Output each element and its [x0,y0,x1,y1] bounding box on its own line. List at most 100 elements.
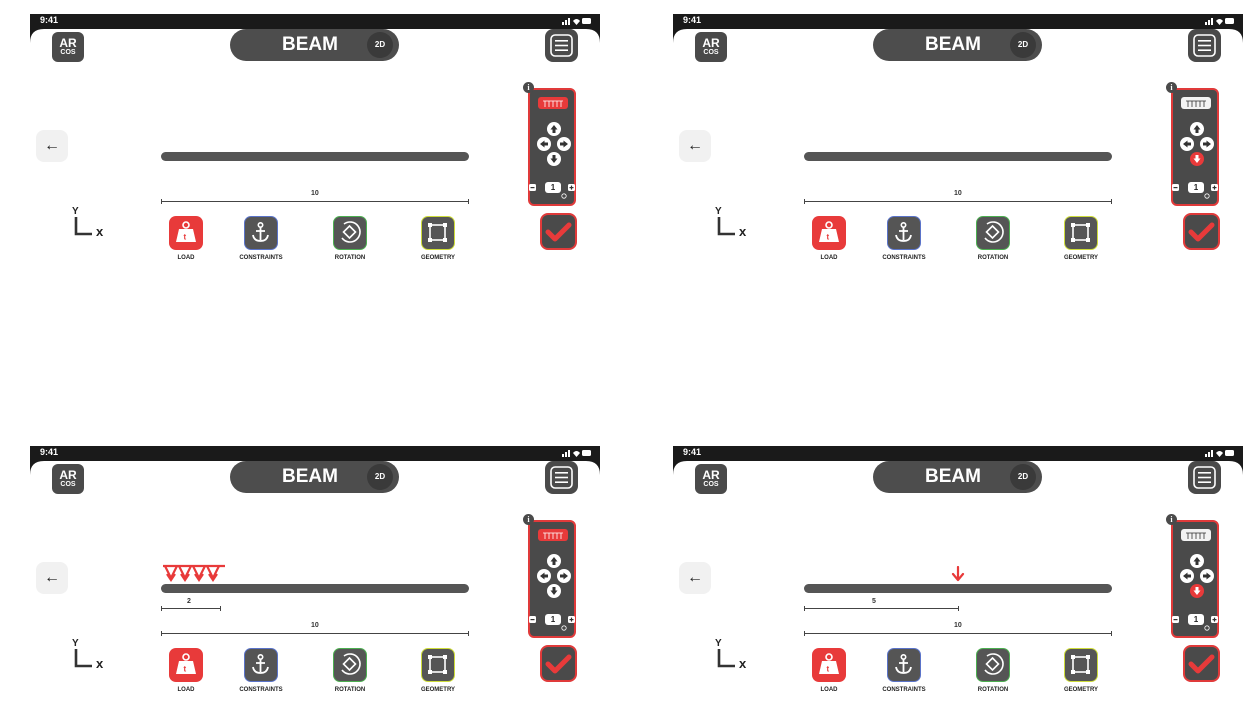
stepper-plus-button[interactable] [1211,184,1218,191]
arrow-down-button[interactable] [1190,584,1204,598]
stepper-plus-button[interactable] [568,184,575,191]
screen-2: 9:41 AR COS BEAM 2D ← 10 Yx t LOAD CONSTRA… [673,14,1243,274]
tool-constraints[interactable] [887,216,921,250]
arrow-left-button[interactable] [537,137,551,151]
tool-rotation[interactable] [976,216,1010,250]
stepper-minus-button[interactable] [1172,184,1179,191]
arrow-down-button[interactable] [547,152,561,166]
confirm-button[interactable] [540,213,577,250]
beam[interactable] [161,152,469,161]
stepper-value[interactable]: 1 [1188,182,1204,193]
dimension-tick [1111,199,1112,204]
beam[interactable] [804,152,1112,161]
distributed-load-type-button[interactable] [1181,97,1211,109]
app-logo[interactable]: AR COS [52,464,84,494]
info-button[interactable]: i [523,514,534,525]
menu-button[interactable] [545,461,578,494]
stepper-value[interactable]: 1 [1188,614,1204,625]
status-time: 9:41 [683,447,702,457]
info-button[interactable]: i [523,82,534,93]
tool-geometry[interactable] [1064,648,1098,682]
tool-load[interactable]: t [812,216,846,250]
mode-2d-badge[interactable]: 2D [1010,464,1036,490]
page-title: BEAM [282,466,338,487]
arrow-left-button[interactable] [1180,137,1194,151]
status-bar: 9:41 [30,446,600,461]
mode-2d-badge[interactable]: 2D [1010,32,1036,58]
arrow-left-button[interactable] [1180,569,1194,583]
beam[interactable] [161,584,469,593]
stepper-plus-button[interactable] [1211,616,1218,623]
mode-2d-badge[interactable]: 2D [367,464,393,490]
arrow-right-button[interactable] [557,137,571,151]
direction-pad [1180,554,1214,598]
menu-button[interactable] [1188,29,1221,62]
tool-constraints[interactable] [887,648,921,682]
confirm-button[interactable] [1183,645,1220,682]
stepper-settings-icon[interactable] [561,193,567,199]
info-button[interactable]: i [1166,514,1177,525]
tool-geometry-label: GEOMETRY [1063,687,1099,693]
info-button[interactable]: i [1166,82,1177,93]
beam[interactable] [804,584,1112,593]
geometry-icon [1071,223,1090,242]
stepper-settings-icon[interactable] [561,625,567,631]
mode-2d-badge[interactable]: 2D [367,32,393,58]
app-logo[interactable]: AR COS [695,464,727,494]
stepper-settings-icon[interactable] [1204,625,1210,631]
axes-indicator: Yx [72,206,104,239]
menu-button[interactable] [1188,461,1221,494]
axes-indicator: Yx [715,206,747,239]
load-position-label: 5 [872,598,876,605]
stepper-minus-button[interactable] [529,184,536,191]
stepper-minus-button[interactable] [529,616,536,623]
stepper-plus-button[interactable] [568,616,575,623]
confirm-button[interactable] [540,645,577,682]
page-title: BEAM [282,34,338,55]
stepper-minus-button[interactable] [1172,616,1179,623]
arrow-left-button[interactable] [537,569,551,583]
tool-constraints[interactable] [244,648,278,682]
back-button[interactable]: ← [679,130,711,162]
arrow-up-button[interactable] [547,122,561,136]
tool-rotation[interactable] [333,648,367,682]
back-button[interactable]: ← [36,562,68,594]
point-load-arrow[interactable] [951,566,965,582]
arrow-down-button[interactable] [1190,152,1204,166]
stepper-value[interactable]: 1 [545,614,561,625]
back-button[interactable]: ← [679,562,711,594]
arrow-down-button[interactable] [547,584,561,598]
tool-load[interactable]: t [812,648,846,682]
stepper-value[interactable]: 1 [545,182,561,193]
tool-geometry[interactable] [421,648,455,682]
tool-load[interactable]: t [169,216,203,250]
confirm-button[interactable] [1183,213,1220,250]
svg-text:t: t [184,665,187,674]
arrow-right-button[interactable] [557,569,571,583]
axis-x-label: x [96,656,104,671]
distributed-load-type-button[interactable] [538,529,568,541]
distributed-load-type-button[interactable] [538,97,568,109]
tool-geometry[interactable] [421,216,455,250]
distributed-load-type-button[interactable] [1181,529,1211,541]
back-button[interactable]: ← [36,130,68,162]
tool-load[interactable]: t [169,648,203,682]
tool-constraints[interactable] [244,216,278,250]
stepper-settings-icon[interactable] [1204,193,1210,199]
screen-3: 9:41 AR COS BEAM 2D ← 2 10 Yx t LOAD CONST… [30,446,600,706]
arrow-up-button[interactable] [547,554,561,568]
tool-rotation[interactable] [976,648,1010,682]
app-logo[interactable]: AR COS [52,32,84,62]
arrow-right-button[interactable] [1200,137,1214,151]
app-logo[interactable]: AR COS [695,32,727,62]
tool-rotation[interactable] [333,216,367,250]
arrow-right-button[interactable] [1200,569,1214,583]
svg-text:t: t [827,665,830,674]
distributed-load[interactable] [161,564,227,584]
arrow-up-button[interactable] [1190,554,1204,568]
status-bar: 9:41 [673,446,1243,461]
arrow-up-button[interactable] [1190,122,1204,136]
dimension-tick [804,606,805,611]
menu-button[interactable] [545,29,578,62]
tool-geometry[interactable] [1064,216,1098,250]
